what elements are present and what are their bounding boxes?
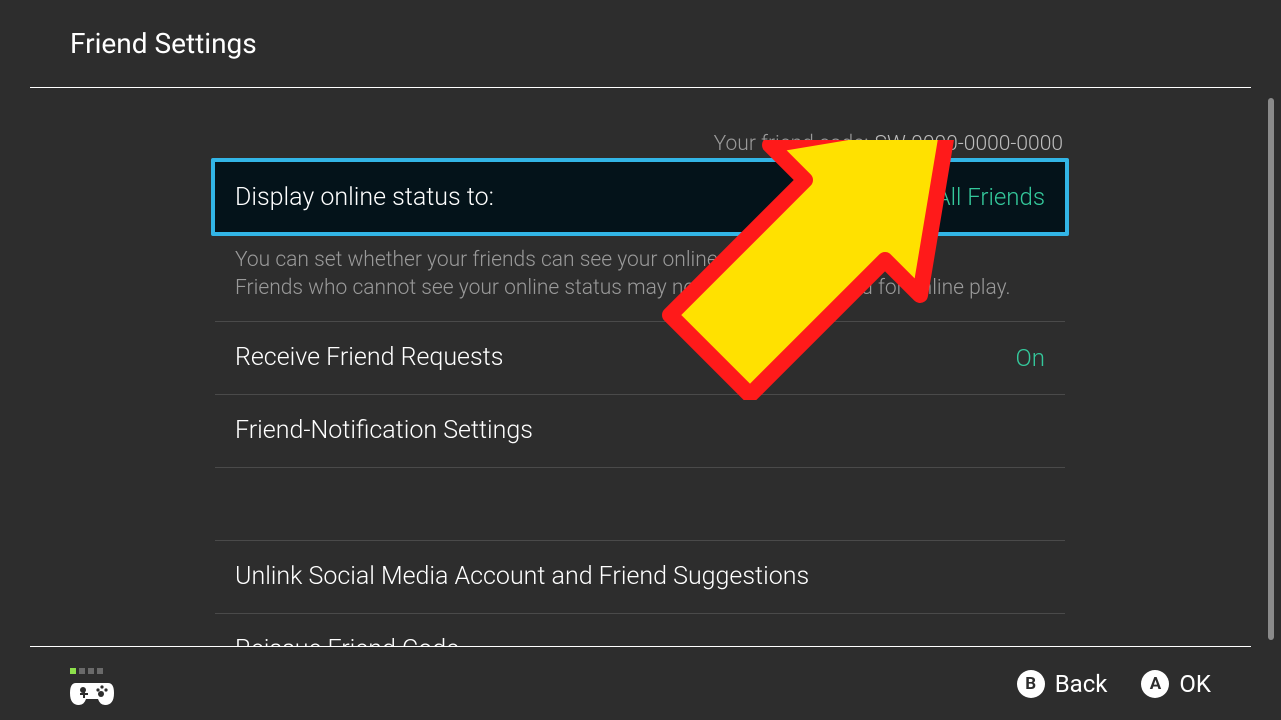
player-dots: [70, 668, 103, 674]
row-label: Reissue Friend Code: [235, 635, 459, 646]
ok-label: OK: [1179, 670, 1211, 698]
ok-button[interactable]: A OK: [1141, 670, 1211, 698]
row-value: All Friends: [936, 183, 1045, 211]
menu-list: Display online status to: All Friends Yo…: [215, 160, 1065, 646]
content: Your friend code: SW-0000-0000-0000 Disp…: [0, 88, 1281, 646]
row-reissue-friend-code[interactable]: Reissue Friend Code: [215, 614, 1065, 646]
back-button[interactable]: B Back: [1017, 670, 1108, 698]
player-dot: [79, 668, 85, 674]
footer-actions: B Back A OK: [1017, 670, 1211, 698]
friend-code: Your friend code: SW-0000-0000-0000: [714, 132, 1063, 156]
desc-line: You can set whether your friends can see…: [235, 246, 1045, 274]
row-label: Unlink Social Media Account and Friend S…: [235, 562, 809, 591]
a-button-icon: A: [1141, 670, 1169, 698]
row-friend-notification-settings[interactable]: Friend-Notification Settings: [215, 395, 1065, 467]
b-button-icon: B: [1017, 670, 1045, 698]
row-label: Friend-Notification Settings: [235, 416, 533, 445]
spacer: [215, 468, 1065, 540]
back-label: Back: [1055, 670, 1108, 698]
desc-line: Friends who cannot see your online statu…: [235, 274, 1045, 302]
row-label: Display online status to:: [235, 183, 494, 212]
row-label: Receive Friend Requests: [235, 343, 503, 372]
row-description: You can set whether your friends can see…: [215, 234, 1065, 321]
row-receive-friend-requests[interactable]: Receive Friend Requests On: [215, 322, 1065, 394]
player-dot: [97, 668, 103, 674]
player-dot: [70, 668, 76, 674]
player-dot: [88, 668, 94, 674]
footer: B Back A OK: [30, 646, 1251, 720]
controller-icon: [70, 679, 114, 705]
row-display-online-status[interactable]: Display online status to: All Friends: [211, 158, 1069, 236]
friend-code-value: SW-0000-0000-0000: [875, 132, 1064, 156]
friend-code-label: Your friend code:: [714, 132, 869, 156]
header: Friend Settings: [30, 0, 1251, 88]
row-value: On: [1016, 344, 1045, 372]
row-unlink-social-media[interactable]: Unlink Social Media Account and Friend S…: [215, 541, 1065, 613]
controller-indicator: [70, 668, 114, 705]
page-title: Friend Settings: [30, 27, 257, 60]
